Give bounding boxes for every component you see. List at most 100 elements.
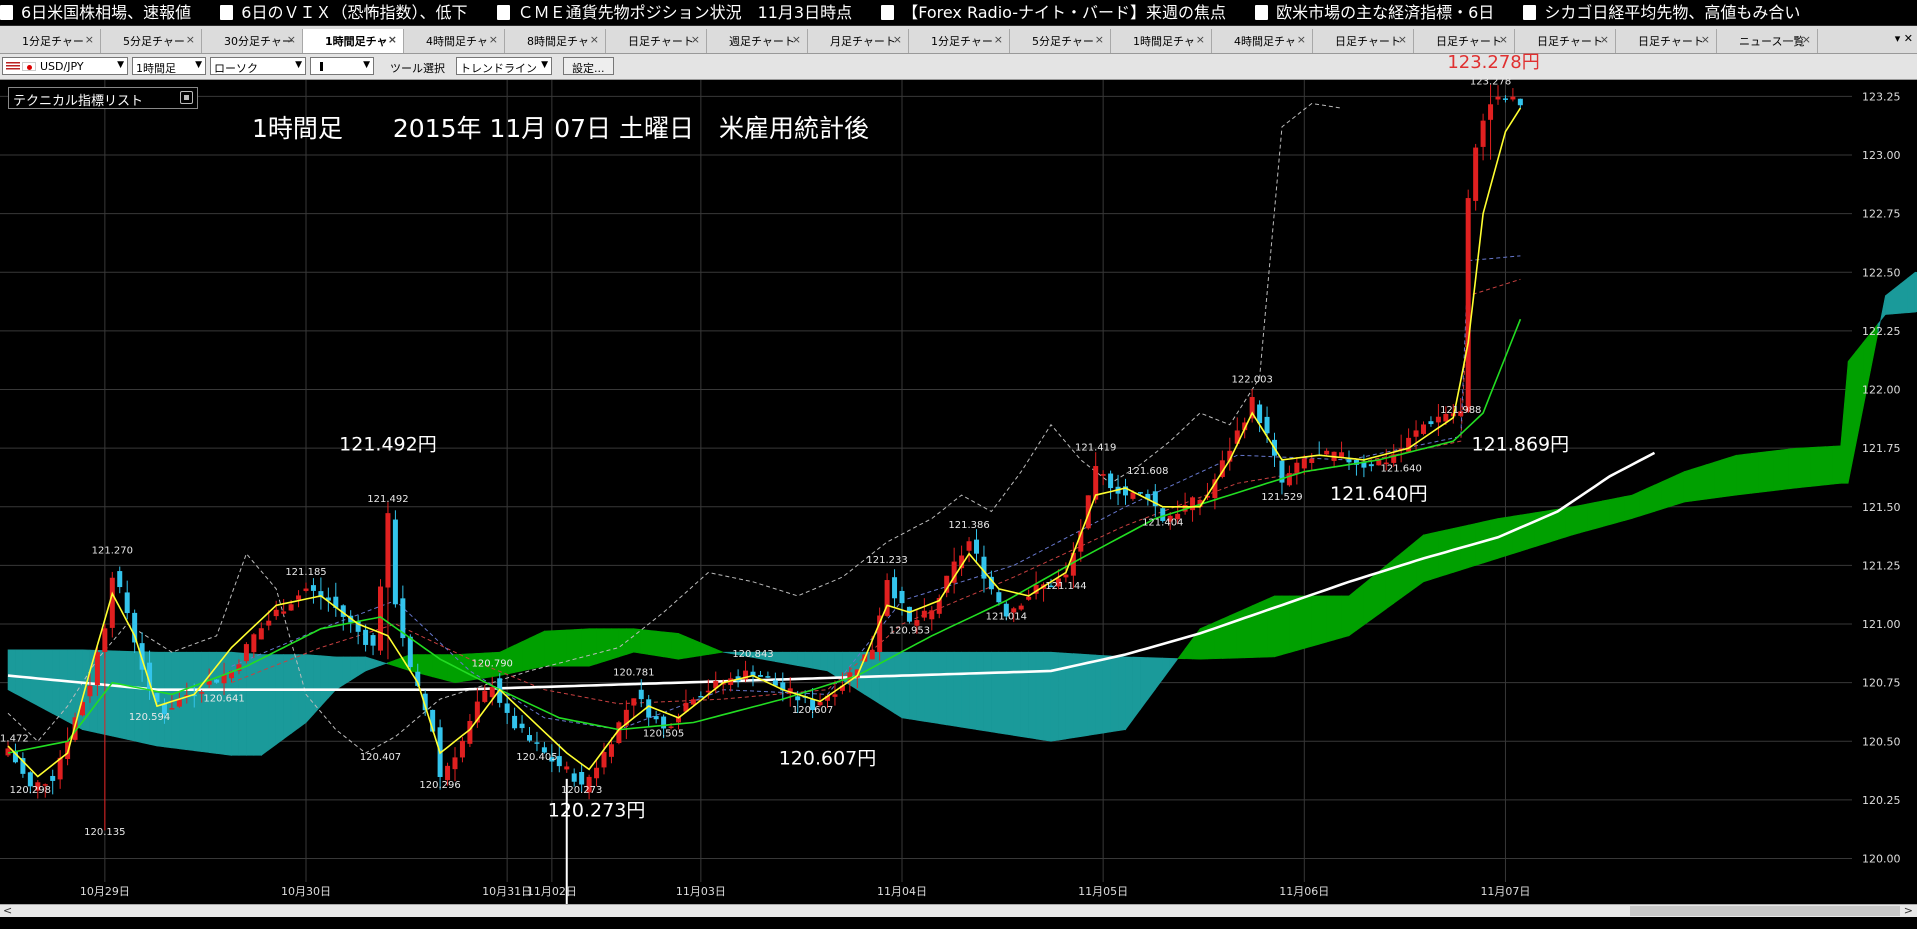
ichimoku-cloud-segment [1810, 446, 1819, 487]
chart-tab[interactable]: 週足チャート × [707, 29, 808, 53]
chart-tab[interactable]: 日足チャート × [1313, 29, 1414, 53]
ticker-item[interactable]: 欧米市場の主な経済指標・6日 [1255, 0, 1494, 25]
chart-tab[interactable]: 4時間足チャ × [404, 29, 505, 53]
close-icon[interactable]: × [893, 33, 902, 46]
candle-body [94, 652, 100, 686]
document-icon [496, 5, 510, 20]
ichimoku-cloud-segment [1296, 595, 1305, 651]
candle-body [258, 628, 264, 640]
technical-indicator-list[interactable]: テクニカル指標リスト [8, 87, 198, 109]
ticker-item[interactable]: 6日米国株相場、速報値 [0, 0, 191, 25]
ichimoku-cloud-segment [1326, 595, 1335, 643]
chart-tab[interactable]: 1分足チャー × [0, 29, 101, 53]
chart-tab[interactable]: 5分足チャー × [101, 29, 202, 53]
candle-price-label: 120.607 [792, 705, 833, 716]
chart-tab[interactable]: 月足チャート × [808, 29, 909, 53]
candle-body [661, 716, 667, 729]
chart-tab[interactable]: 5分足チャー × [1010, 29, 1111, 53]
chart-tab[interactable]: 日足チャート × [1515, 29, 1616, 53]
ichimoku-cloud-segment [1907, 271, 1916, 314]
chart-tab[interactable]: 8時間足チャ × [505, 29, 606, 53]
ticker-item[interactable]: 6日のＶＩＸ（恐怖指数）、低下 [220, 0, 467, 25]
close-icon[interactable]: × [1701, 33, 1710, 46]
ticker-item[interactable]: 【Forex Radio-ナイト・バード】来週の焦点 [881, 0, 1226, 25]
close-icon[interactable]: × [590, 33, 599, 46]
timeframe-select[interactable]: 1時間足 ▼ [132, 57, 206, 75]
candle-body [1368, 464, 1374, 467]
y-tick-label: 121.25 [1862, 559, 1901, 572]
candle-body [363, 629, 369, 645]
candle-body [459, 740, 465, 758]
candle-body [1413, 430, 1419, 437]
close-icon[interactable]: × [85, 33, 94, 46]
document-icon [1255, 5, 1269, 20]
window-toggle-icon[interactable] [180, 91, 193, 104]
close-icon[interactable]: × [1196, 33, 1205, 46]
close-icon[interactable]: × [1499, 33, 1508, 46]
candle-body [1480, 120, 1486, 147]
y-tick-label: 122.00 [1862, 384, 1901, 397]
close-icon[interactable]: × [1600, 33, 1609, 46]
candle-body [266, 620, 272, 626]
chart-tab[interactable]: 日足チャート × [1414, 29, 1515, 53]
tab-menu-icon[interactable]: ▾ ✕ [1895, 32, 1913, 45]
ichimoku-cloud-segment [1356, 583, 1365, 631]
chart-tab[interactable]: 1時間足チャ × [1111, 29, 1212, 53]
currency-pair-select[interactable]: USD/JPY ▼ [2, 57, 128, 75]
ichimoku-cloud-segment [1788, 447, 1797, 490]
candle-price-label: 120.843 [732, 649, 773, 660]
ichimoku-cloud-segment [514, 641, 523, 673]
candle-body [899, 590, 905, 604]
settings-button[interactable]: 設定... [563, 57, 614, 75]
chart-tab[interactable]: 1時間足チャ × [303, 29, 404, 53]
tool-select[interactable]: トレンドライン ▼ [456, 57, 552, 75]
candle-body [579, 771, 585, 785]
ichimoku-cloud-segment [335, 656, 344, 691]
x-tick-label: 10月31日 [482, 885, 532, 898]
close-icon[interactable]: × [691, 33, 700, 46]
close-icon[interactable]: × [489, 33, 498, 46]
horizontal-scrollbar[interactable]: < > [0, 904, 1917, 918]
ichimoku-cloud-segment [953, 651, 962, 728]
candle-body [1517, 98, 1523, 106]
chart-tab[interactable]: 日足チャート × [606, 29, 707, 53]
ichimoku-cloud-segment [834, 651, 843, 681]
price-chart[interactable]: 123.25 123.00 122.75 122.50 122.25 122.00 121.… [0, 52, 1917, 904]
candle-body [832, 694, 838, 697]
close-icon[interactable]: × [1297, 33, 1306, 46]
chart-tab[interactable]: 日足チャート × [1616, 29, 1717, 53]
candle-price-label: 120.298 [10, 785, 51, 796]
chart-tab[interactable]: 4時間足チャ × [1212, 29, 1313, 53]
scrollbar-thumb[interactable] [1630, 906, 1900, 916]
y-tick-label: 120.75 [1862, 677, 1901, 690]
ichimoku-cloud-segment [1557, 507, 1566, 541]
close-icon[interactable]: × [388, 33, 397, 46]
close-icon[interactable]: × [1802, 33, 1811, 46]
scroll-right-icon[interactable]: > [1904, 904, 1913, 917]
candle-type-select[interactable]: ▼ [310, 57, 374, 75]
close-icon[interactable]: × [994, 33, 1003, 46]
chart-area[interactable]: 123.25 123.00 122.75 122.50 122.25 122.00 121.… [0, 52, 1917, 904]
close-icon[interactable]: × [792, 33, 801, 46]
ichimoku-cloud-segment [1050, 651, 1059, 742]
close-icon[interactable]: × [1095, 33, 1104, 46]
ichimoku-cloud-segment [1363, 576, 1372, 626]
chart-tab[interactable]: 1分足チャー × [909, 29, 1010, 53]
chart-tab[interactable]: 30分足チャー × [202, 29, 303, 53]
chart-tab[interactable]: ニュース一覧 × [1717, 29, 1818, 53]
ichimoku-cloud-segment [320, 655, 329, 707]
close-icon[interactable]: × [1398, 33, 1407, 46]
candle-price-label: 121.640 [1380, 464, 1421, 475]
y-tick-label: 121.00 [1862, 618, 1901, 631]
ticker-item[interactable]: シカゴ日経平均先物、高値もみ合い [1523, 0, 1800, 25]
ichimoku-cloud-segment [797, 651, 806, 668]
ichimoku-cloud-segment [365, 656, 374, 672]
scroll-left-icon[interactable]: < [3, 904, 12, 917]
candle-body [445, 765, 451, 781]
ichimoku-cloud-segment [112, 650, 121, 739]
close-icon[interactable]: × [186, 33, 195, 46]
close-icon[interactable]: × [287, 33, 296, 46]
ichimoku-cloud-segment [1385, 558, 1394, 610]
ticker-item[interactable]: ＣＭＥ通貨先物ポジション状況 11月3日時点 [496, 0, 852, 25]
chart-style-select[interactable]: ローソク ▼ [210, 57, 306, 75]
